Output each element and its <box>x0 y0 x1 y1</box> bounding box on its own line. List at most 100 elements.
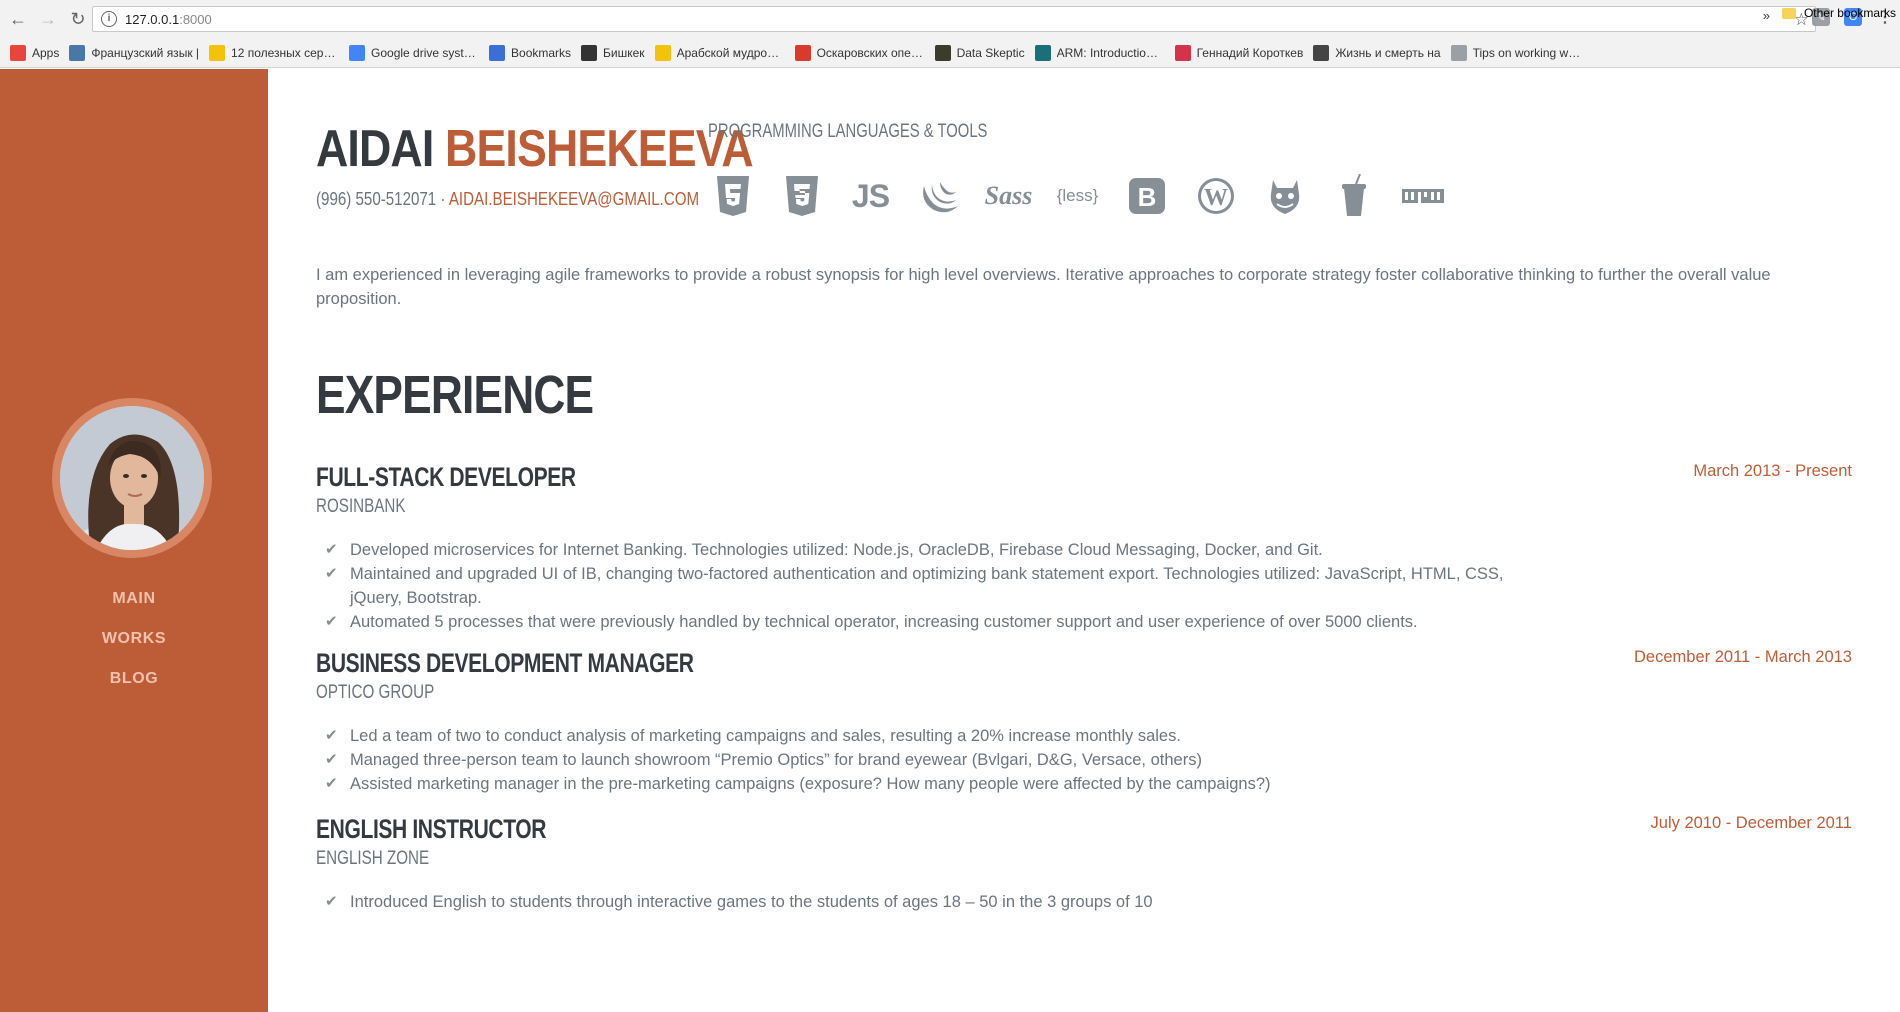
check-icon: ✔ <box>325 565 338 582</box>
responsibility-text: Automated 5 processes that were previous… <box>350 613 1418 631</box>
bookmark-item[interactable]: Bookmarks <box>489 45 571 61</box>
experience-heading: Experience <box>316 365 594 425</box>
check-icon: ✔ <box>325 613 338 630</box>
tools-title: Programming Languages & Tools <box>708 121 988 142</box>
apps-grid-icon <box>10 45 26 61</box>
sass-icon: Sass <box>984 181 1033 210</box>
gulp-icon <box>1329 172 1378 220</box>
ds-circle-icon <box>1034 45 1051 61</box>
responsibility-item: ✔ Assisted marketing manager in the pre-m… <box>316 772 1516 796</box>
rk-icon <box>1174 45 1191 61</box>
job-date: March 2013 - Present <box>1693 462 1852 480</box>
docs-icon <box>349 45 366 61</box>
main-content: Aidai Beishekeeva (996) 550-512071 · aid… <box>316 69 1852 1012</box>
responsibility-item: ✔ Automated 5 processes that were previou… <box>316 610 1516 634</box>
responsibility-item: ✔ Managed three-person team to launch sho… <box>316 748 1516 772</box>
bookmark-item[interactable]: Жизнь и смерть на <box>1313 45 1441 61</box>
bookmark-label: Французский язык | <box>91 46 200 60</box>
check-icon: ✔ <box>325 893 338 910</box>
forward-arrow-icon[interactable]: → <box>36 7 60 31</box>
url-port: :8000 <box>179 11 212 27</box>
avatar-ring <box>52 398 212 558</box>
bookmark-label: Геннадий Короткев <box>1196 46 1304 60</box>
bookmark-item[interactable]: Google drive system <box>349 45 479 61</box>
bookmark-label: Жизнь и смерть на <box>1335 46 1441 60</box>
npm-icon <box>1398 172 1447 220</box>
bookmark-label: Оскаровских операт <box>816 46 925 60</box>
nav-main[interactable]: Main <box>0 579 268 619</box>
nav-blog[interactable]: Blog <box>0 659 268 699</box>
bookmark-item[interactable]: Арабской мудрости <box>654 45 785 61</box>
bookmark-item[interactable]: Tips on working with <box>1450 45 1581 61</box>
bookmarks-bar: Apps Французский язык | 12 полезных сервис… <box>0 38 1900 68</box>
bookmark-item[interactable]: 12 полезных сервис <box>209 45 339 61</box>
bookmark-item[interactable]: Французский язык | <box>69 45 199 61</box>
last-name: Beishekeeva <box>445 120 754 178</box>
less-icon: {less} <box>1056 186 1099 205</box>
grunt-icon <box>1260 172 1309 220</box>
responsibility-text: Assisted marketing manager in the pre-ma… <box>350 775 1271 793</box>
page-icon <box>794 45 811 61</box>
bookmark-item[interactable]: Геннадий Короткев <box>1174 45 1304 61</box>
reload-icon[interactable]: ↻ <box>66 7 90 31</box>
ds-icon <box>934 45 951 61</box>
job-company: Optico Group <box>316 682 435 703</box>
jquery-icon <box>915 172 964 220</box>
bookmark-label: Бишкек <box>603 46 645 60</box>
profile-photo <box>60 406 204 550</box>
bookmark-label: Арабской мудрости <box>676 46 785 60</box>
job-date: July 2010 - December 2011 <box>1650 814 1852 832</box>
job-responsibilities: ✔ Developed microservices for Internet Ba… <box>316 538 1516 634</box>
tools-list: JS Sass {less} B W <box>708 172 1447 220</box>
responsibility-text: Managed three-person team to launch show… <box>350 751 1202 769</box>
sidebar: Main Works Blog <box>0 69 268 1012</box>
job-date: December 2011 - March 2013 <box>1634 648 1852 666</box>
bootstrap-icon: B <box>1122 172 1171 220</box>
lines-icon <box>1450 45 1467 61</box>
bookmark-label: 12 полезных сервис <box>231 46 340 60</box>
responsibility-text: Introduced English to students through i… <box>350 893 1153 911</box>
back-arrow-icon[interactable]: ← <box>6 7 30 31</box>
nav-works[interactable]: Works <box>0 619 268 659</box>
responsibility-item: ✔ Led a team of two to conduct analysis o… <box>316 724 1516 748</box>
bookmark-item[interactable]: Apps <box>10 45 59 61</box>
bookmark-label: Tips on working with <box>1472 46 1581 60</box>
bookmark-item[interactable]: Оскаровских операт <box>794 45 925 61</box>
bookmark-label: Bookmarks <box>511 46 572 60</box>
bookmark-item[interactable]: Бишкек <box>581 45 645 61</box>
info-icon[interactable]: i <box>101 11 117 27</box>
bookmark-item[interactable]: Data Skeptic <box>934 45 1025 61</box>
job-title: English Instructor <box>316 814 547 844</box>
bookmarks-more-icon[interactable]: » <box>1763 8 1770 23</box>
job-responsibilities: ✔ Introduced English to students through … <box>316 890 1516 914</box>
profile-name: Aidai Beishekeeva <box>316 119 754 179</box>
first-name: Aidai <box>316 120 434 178</box>
sidebar-nav: Main Works Blog <box>0 579 268 699</box>
job-entry: Full-Stack Developer Rosinbank March 2013 … <box>316 462 1852 634</box>
ad-icon <box>209 45 226 61</box>
ad-icon <box>654 45 671 61</box>
bookmark-item[interactable]: ARM: Introduction to <box>1034 45 1165 61</box>
responsibility-item: ✔ Maintained and upgraded UI of IB, chang… <box>316 562 1516 610</box>
bookmark-label: ARM: Introduction to <box>1056 46 1165 60</box>
responsibility-text: Developed microservices for Internet Ban… <box>350 541 1323 559</box>
folder-icon <box>1781 7 1796 19</box>
browser-chrome: ← → ↻ i 127.0.0.1:8000 ☆ ✎ G ⋮ Apps Франц… <box>0 0 1900 68</box>
job-company: Rosinbank <box>316 496 406 517</box>
js-icon: JS <box>851 177 890 214</box>
book-icon <box>581 45 598 61</box>
t-circle-icon <box>1313 45 1330 61</box>
job-entry: English Instructor English Zone July 2010 … <box>316 814 1852 914</box>
check-icon: ✔ <box>325 541 338 558</box>
responsibility-text: Maintained and upgraded UI of IB, changi… <box>350 565 1504 607</box>
vk-icon <box>69 45 86 61</box>
phone-number: (996) 550-512071 · <box>316 189 446 209</box>
email-link[interactable]: aidai.beishekeeva@gmail.com <box>449 189 699 209</box>
job-company: English Zone <box>316 848 430 869</box>
address-bar[interactable]: i 127.0.0.1:8000 ☆ <box>92 6 1816 32</box>
job-title: Business Development Manager <box>316 648 694 678</box>
other-bookmarks[interactable]: Other bookmarks <box>1781 6 1896 20</box>
url-text[interactable]: 127.0.0.1:8000 <box>125 12 212 27</box>
bookmark-label: Apps <box>32 46 60 60</box>
star-icon <box>489 45 506 61</box>
